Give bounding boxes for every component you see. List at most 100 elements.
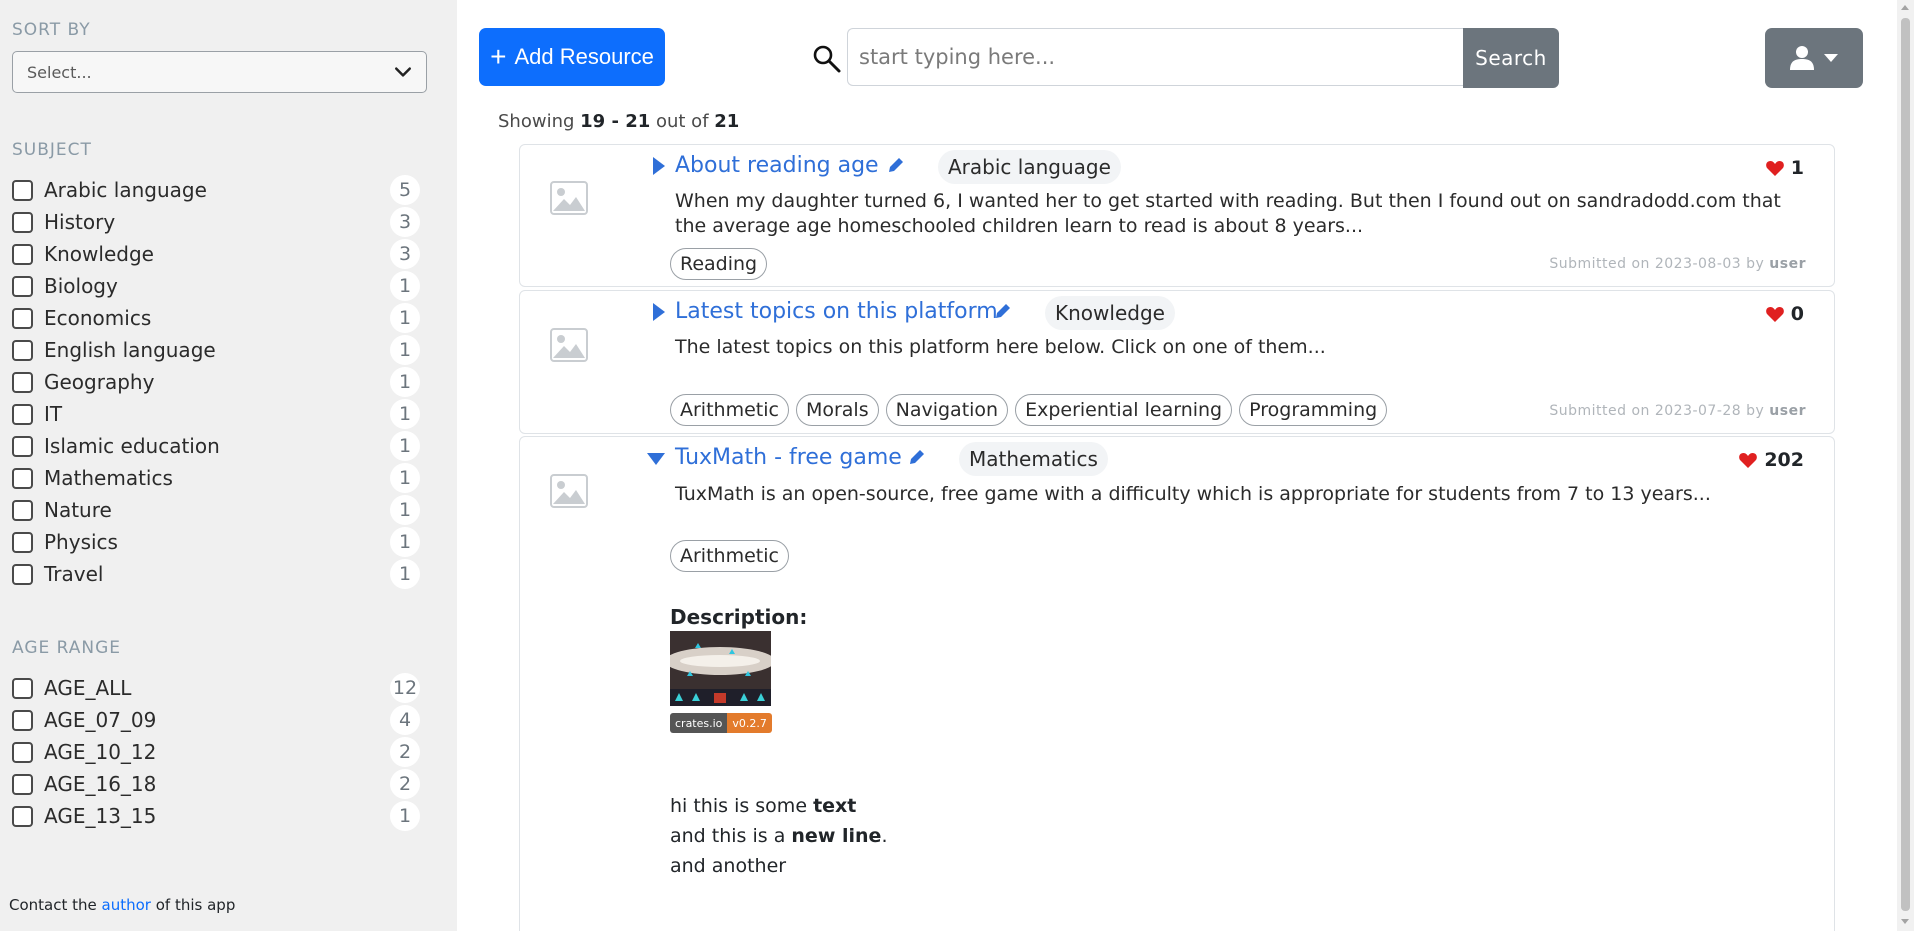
checkbox[interactable] <box>12 805 33 827</box>
user-icon <box>1790 46 1814 70</box>
sort-by-select[interactable]: Select... <box>12 51 427 93</box>
facet-count: 1 <box>390 559 420 589</box>
subject-filter-islamic-education[interactable]: Islamic education 1 <box>12 431 420 461</box>
submitted-date: 2023-07-28 <box>1654 403 1742 419</box>
checkbox[interactable] <box>12 403 33 425</box>
checkbox[interactable] <box>12 339 33 361</box>
subject-filter-geography[interactable]: Geography 1 <box>12 367 420 397</box>
description-line-3: and another <box>670 855 787 877</box>
likes-counter[interactable]: 202 <box>1739 449 1804 471</box>
checkbox[interactable] <box>12 531 33 553</box>
subject-filter-history[interactable]: History 3 <box>12 207 420 237</box>
contact-footer: Contact the author of this app <box>9 896 235 914</box>
subject-filter-economics[interactable]: Economics 1 <box>12 303 420 333</box>
checkbox[interactable] <box>12 499 33 521</box>
likes-count: 202 <box>1764 449 1804 471</box>
subject-filter-nature[interactable]: Nature 1 <box>12 495 420 525</box>
description-line-2: and this is a new line. <box>670 825 887 847</box>
submission-info: Submitted on 2023-08-03 by user <box>1549 256 1806 272</box>
facet-label: AGE_10_12 <box>44 740 157 764</box>
subject-filter-arabic-language[interactable]: Arabic language 5 <box>12 175 420 205</box>
facet-label: Geography <box>44 370 155 394</box>
tag-chip[interactable]: Arithmetic <box>670 540 789 572</box>
showing-label: Showing <box>498 111 575 132</box>
facet-label: Knowledge <box>44 242 154 266</box>
user-menu-button[interactable] <box>1765 28 1863 88</box>
tag-chip[interactable]: Experiential learning <box>1015 394 1233 426</box>
line-bold: new line <box>791 825 882 847</box>
subject-filter-it[interactable]: IT 1 <box>12 399 420 429</box>
scroll-thumb[interactable] <box>1901 18 1910 911</box>
collapse-caret-icon[interactable] <box>647 453 665 465</box>
checkbox[interactable] <box>12 307 33 329</box>
age-filter-all[interactable]: AGE_ALL 12 <box>12 673 420 703</box>
resource-card-expanded: TuxMath - free game Mathematics 202 TuxM… <box>519 436 1835 931</box>
tag-chip[interactable]: Arithmetic <box>670 394 789 426</box>
facet-count: 1 <box>390 495 420 525</box>
facet-label: English language <box>44 338 216 362</box>
checkbox[interactable] <box>12 467 33 489</box>
checkbox[interactable] <box>12 563 33 585</box>
age-filter-16-18[interactable]: AGE_16_18 2 <box>12 769 420 799</box>
crates-version-badge: crates.io v0.2.7 <box>670 713 772 733</box>
scroll-up-arrow-icon[interactable] <box>1901 5 1909 10</box>
resource-title-link[interactable]: TuxMath - free game <box>675 445 902 470</box>
subject-filter-travel[interactable]: Travel 1 <box>12 559 420 589</box>
contact-pre-text: Contact the <box>9 896 97 914</box>
sort-by-title: SORT BY <box>12 20 91 40</box>
expand-caret-icon[interactable] <box>653 157 665 175</box>
subject-filter-english-language[interactable]: English language 1 <box>12 335 420 365</box>
facet-count: 1 <box>390 367 420 397</box>
edit-pencil-icon[interactable] <box>886 155 906 175</box>
plus-icon: + <box>490 41 507 72</box>
resource-title-link[interactable]: About reading age <box>675 153 879 178</box>
tag-chip[interactable]: Reading <box>670 248 768 280</box>
chevron-down-icon <box>395 67 411 77</box>
subject-filter-biology[interactable]: Biology 1 <box>12 271 420 301</box>
likes-counter[interactable]: 0 <box>1765 303 1804 325</box>
facet-count: 1 <box>390 303 420 333</box>
subject-filter-physics[interactable]: Physics 1 <box>12 527 420 557</box>
age-filter-07-09[interactable]: AGE_07_09 4 <box>12 705 420 735</box>
facet-label: IT <box>44 402 63 426</box>
checkbox[interactable] <box>12 741 33 763</box>
checkbox[interactable] <box>12 179 33 201</box>
checkbox[interactable] <box>12 211 33 233</box>
submitter-name: user <box>1769 403 1806 419</box>
tag-chip[interactable]: Programming <box>1239 394 1388 426</box>
checkbox[interactable] <box>12 709 33 731</box>
line-bold: text <box>813 795 857 817</box>
age-filter-13-15[interactable]: AGE_13_15 1 <box>12 801 420 831</box>
tag-list: Reading <box>670 248 768 280</box>
search-button[interactable]: Search <box>1463 28 1559 88</box>
subject-title: SUBJECT <box>12 140 92 160</box>
add-resource-button[interactable]: + Add Resource <box>479 28 665 86</box>
facet-count: 5 <box>390 175 420 205</box>
author-link[interactable]: author <box>102 896 151 914</box>
resource-title-link[interactable]: Latest topics on this platform <box>675 299 998 324</box>
checkbox[interactable] <box>12 243 33 265</box>
subject-filter-mathematics[interactable]: Mathematics 1 <box>12 463 420 493</box>
tag-chip[interactable]: Morals <box>795 394 879 426</box>
checkbox[interactable] <box>12 677 33 699</box>
checkbox[interactable] <box>12 435 33 457</box>
checkbox[interactable] <box>12 275 33 297</box>
resource-summary: When my daughter turned 6, I wanted her … <box>675 190 1781 237</box>
checkbox[interactable] <box>12 773 33 795</box>
facet-label: History <box>44 210 116 234</box>
page-scrollbar[interactable] <box>1897 0 1914 931</box>
scroll-down-arrow-icon[interactable] <box>1901 919 1909 924</box>
edit-pencil-icon[interactable] <box>907 447 927 467</box>
facet-count: 12 <box>390 673 420 703</box>
heart-icon <box>1765 161 1784 176</box>
facet-label: Biology <box>44 274 118 298</box>
tag-chip[interactable]: Navigation <box>885 394 1009 426</box>
checkbox[interactable] <box>12 371 33 393</box>
age-filter-10-12[interactable]: AGE_10_12 2 <box>12 737 420 767</box>
expand-caret-icon[interactable] <box>653 303 665 321</box>
likes-counter[interactable]: 1 <box>1765 157 1804 179</box>
subject-filter-knowledge[interactable]: Knowledge 3 <box>12 239 420 269</box>
edit-pencil-icon[interactable] <box>993 301 1013 321</box>
search-input[interactable] <box>847 28 1465 86</box>
subject-badge: Arabic language <box>938 150 1121 184</box>
